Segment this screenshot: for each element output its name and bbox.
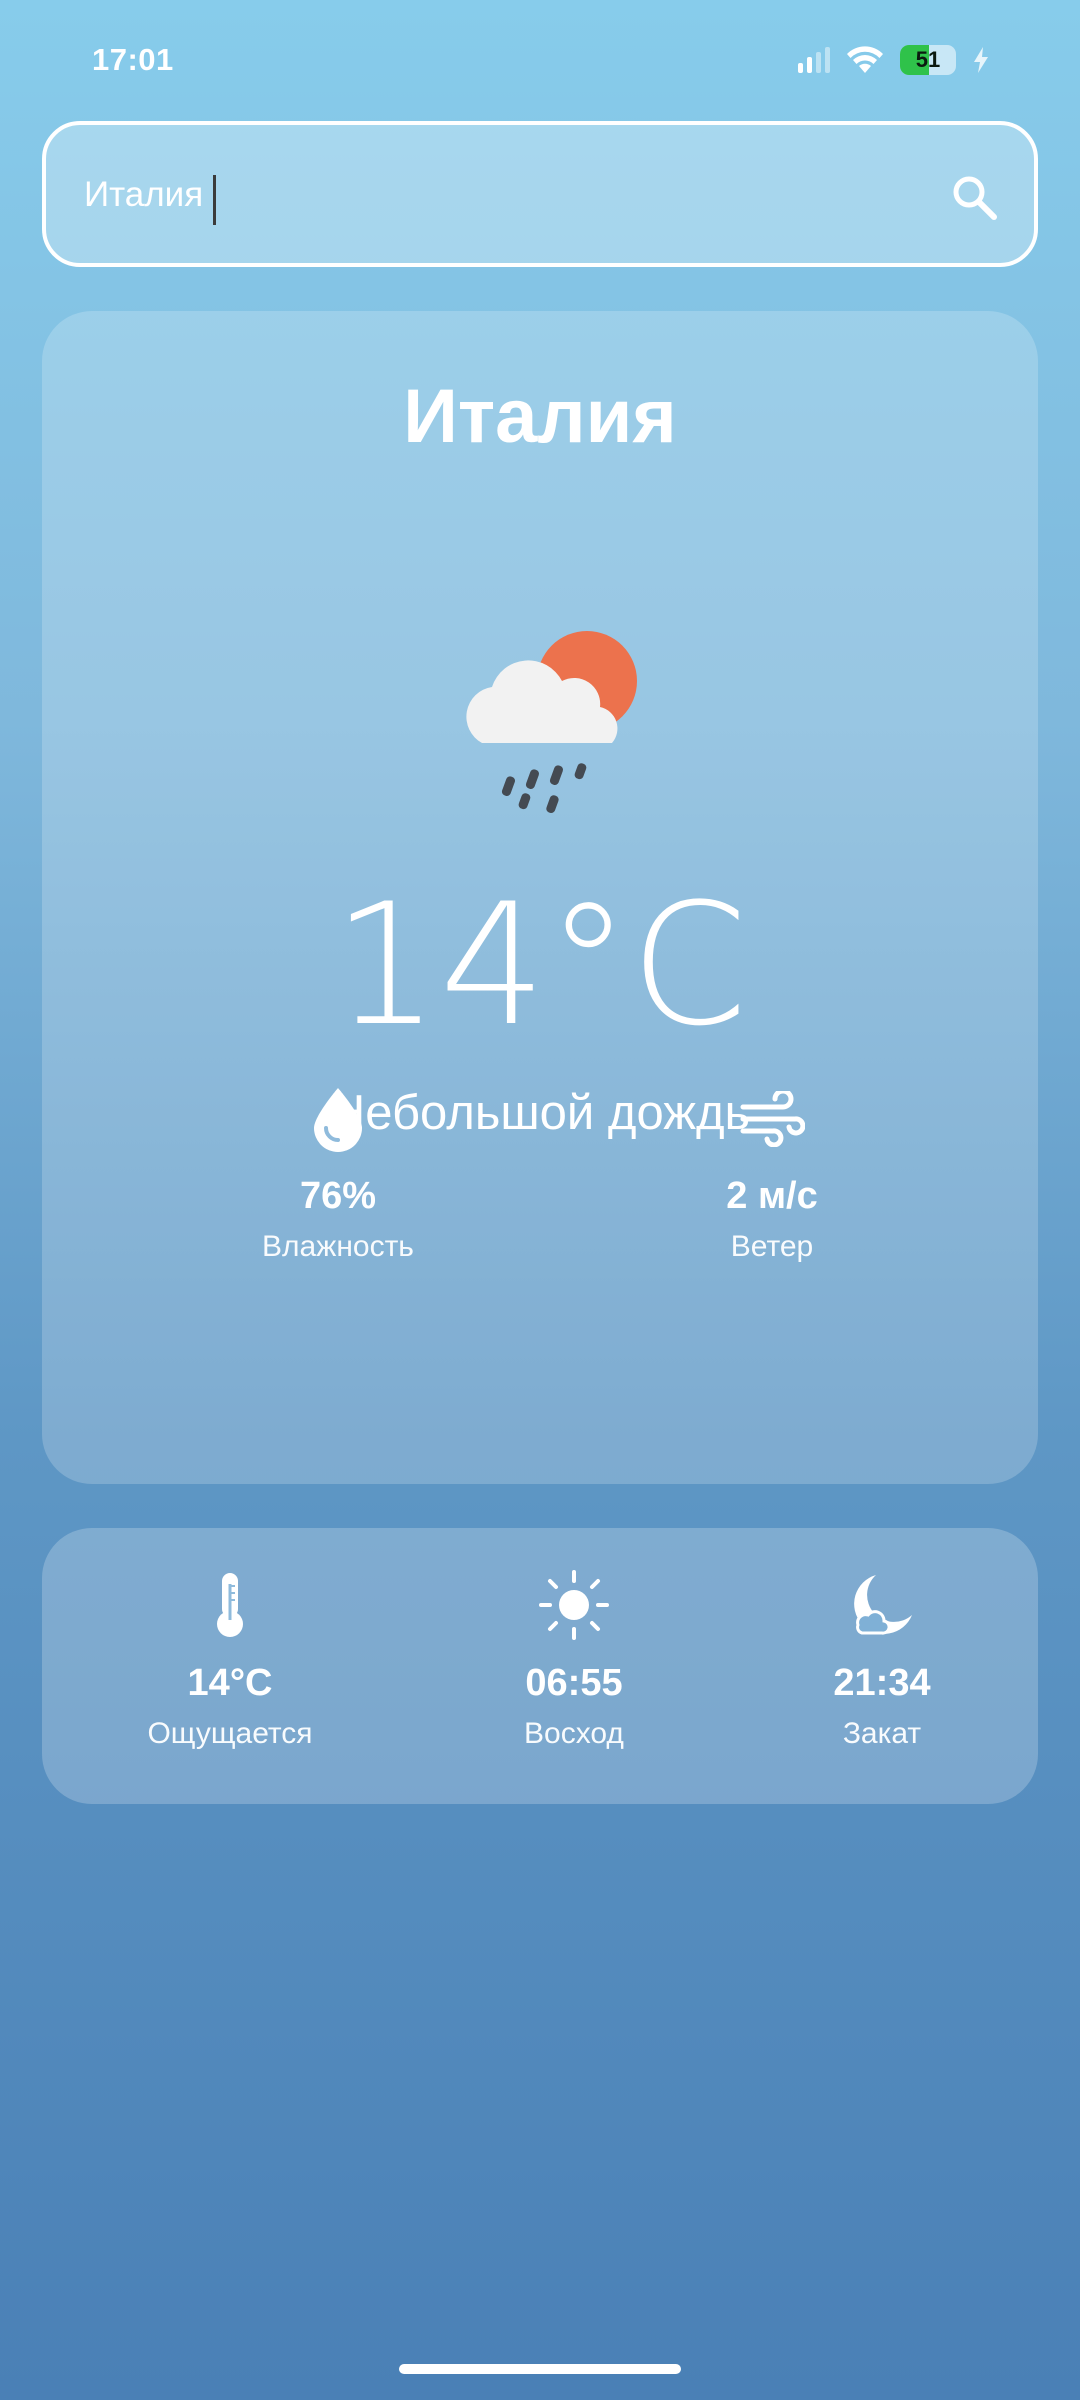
sun-icon (539, 1570, 609, 1640)
text-caret (213, 175, 216, 225)
wind-label: Ветер (730, 1230, 814, 1263)
search-input[interactable] (84, 167, 904, 223)
search-button[interactable] (946, 169, 1002, 225)
moon-icon (854, 1575, 912, 1635)
details-card: 14°C Ощущается 06:55 Восход 21:34 Закат (42, 1528, 1038, 1804)
humidity-stat: 76% Влажность (188, 1083, 488, 1264)
home-indicator[interactable] (399, 2364, 681, 2374)
search-icon (953, 176, 997, 220)
current-weather-card: Италия 14°C Небольшой дождь 76% Влажност… (42, 311, 1038, 1484)
status-icons: 51 (798, 42, 990, 78)
feels-like-label: Ощущается (147, 1717, 313, 1750)
wind-icon (740, 1091, 805, 1147)
sunset-item: 21:34 Закат (752, 1566, 1012, 1751)
humidity-label: Влажность (262, 1230, 414, 1263)
status-bar: 17:01 51 (0, 0, 1080, 120)
sunrise-item: 06:55 Восход (444, 1566, 704, 1751)
water-drop-icon (314, 1088, 362, 1152)
humidity-value: 76% (299, 1175, 377, 1217)
wind-stat: 2 м/с Ветер (622, 1083, 922, 1264)
sunset-value: 21:34 (833, 1662, 931, 1704)
thermometer-icon (217, 1573, 243, 1637)
wifi-icon (847, 46, 883, 73)
battery-icon: 51 (900, 45, 956, 75)
battery-level: 51 (915, 47, 941, 72)
temperature: 14°C (332, 867, 748, 1063)
city-title: Италия (403, 374, 677, 459)
search-bar (42, 121, 1038, 267)
wind-value: 2 м/с (726, 1175, 818, 1217)
status-time: 17:01 (92, 42, 174, 77)
rain-cloud-sun-icon (466, 631, 637, 814)
sunset-label: Закат (842, 1717, 922, 1750)
feels-like-item: 14°C Ощущается (100, 1566, 360, 1751)
feels-like-value: 14°C (187, 1662, 273, 1704)
charging-bolt-icon (974, 47, 988, 73)
sunrise-value: 06:55 (525, 1662, 623, 1704)
signal-icon (798, 47, 830, 73)
sunrise-label: Восход (524, 1717, 624, 1750)
